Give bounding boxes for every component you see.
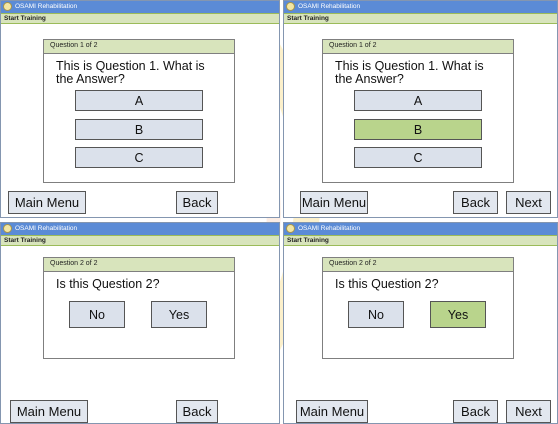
question-text-line2: the Answer? — [56, 72, 125, 86]
app-title: OSAMI Rehabilitation — [298, 225, 361, 232]
screen-question2-unanswered: OSAMI Rehabilitation Start Training Ques… — [0, 222, 280, 424]
app-icon — [286, 224, 295, 233]
answer-option-yes[interactable]: Yes — [151, 301, 207, 328]
question-header: Question 2 of 2 — [44, 258, 234, 272]
answer-option-c[interactable]: C — [354, 147, 482, 168]
main-menu-button[interactable]: Main Menu — [10, 400, 88, 423]
answer-option-yes-selected[interactable]: Yes — [430, 301, 486, 328]
screen-question1-unanswered: OSAMI Rehabilitation Start Training Ques… — [0, 0, 280, 218]
question-header: Question 1 of 2 — [44, 40, 234, 54]
next-button[interactable]: Next — [506, 191, 551, 214]
question-panel: Question 2 of 2 Is this Question 2? No Y… — [322, 257, 514, 359]
question-text-line2: the Answer? — [335, 72, 404, 86]
question-text: Is this Question 2? — [56, 277, 160, 291]
question-text: Is this Question 2? — [335, 277, 439, 291]
question-panel: Question 1 of 2 This is Question 1. What… — [43, 39, 235, 183]
main-menu-button[interactable]: Main Menu — [8, 191, 86, 214]
answer-option-a[interactable]: A — [354, 90, 482, 111]
screen-question2-answered: OSAMI Rehabilitation Start Training Ques… — [283, 222, 558, 424]
back-button[interactable]: Back — [453, 400, 498, 423]
start-training-label: Start Training — [284, 235, 557, 246]
question-header: Question 2 of 2 — [323, 258, 513, 272]
question-panel: Question 1 of 2 This is Question 1. What… — [322, 39, 514, 183]
app-title: OSAMI Rehabilitation — [15, 225, 78, 232]
start-training-label: Start Training — [284, 13, 557, 24]
answer-option-b[interactable]: B — [75, 119, 203, 140]
screen-question1-answered: OSAMI Rehabilitation Start Training Ques… — [283, 0, 558, 218]
back-button[interactable]: Back — [453, 191, 498, 214]
back-button[interactable]: Back — [176, 191, 218, 214]
answer-option-b-selected[interactable]: B — [354, 119, 482, 140]
next-button[interactable]: Next — [506, 400, 551, 423]
main-menu-button[interactable]: Main Menu — [296, 400, 368, 423]
question-panel: Question 2 of 2 Is this Question 2? No Y… — [43, 257, 235, 359]
app-icon — [3, 224, 12, 233]
start-training-label: Start Training — [1, 13, 279, 24]
back-button[interactable]: Back — [176, 400, 218, 423]
app-icon — [3, 2, 12, 11]
app-title: OSAMI Rehabilitation — [298, 3, 361, 10]
start-training-label: Start Training — [1, 235, 279, 246]
app-title: OSAMI Rehabilitation — [15, 3, 78, 10]
answer-option-no[interactable]: No — [69, 301, 125, 328]
answer-option-no[interactable]: No — [348, 301, 404, 328]
answer-option-a[interactable]: A — [75, 90, 203, 111]
app-icon — [286, 2, 295, 11]
answer-option-c[interactable]: C — [75, 147, 203, 168]
main-menu-button[interactable]: Main Menu — [300, 191, 368, 214]
question-header: Question 1 of 2 — [323, 40, 513, 54]
